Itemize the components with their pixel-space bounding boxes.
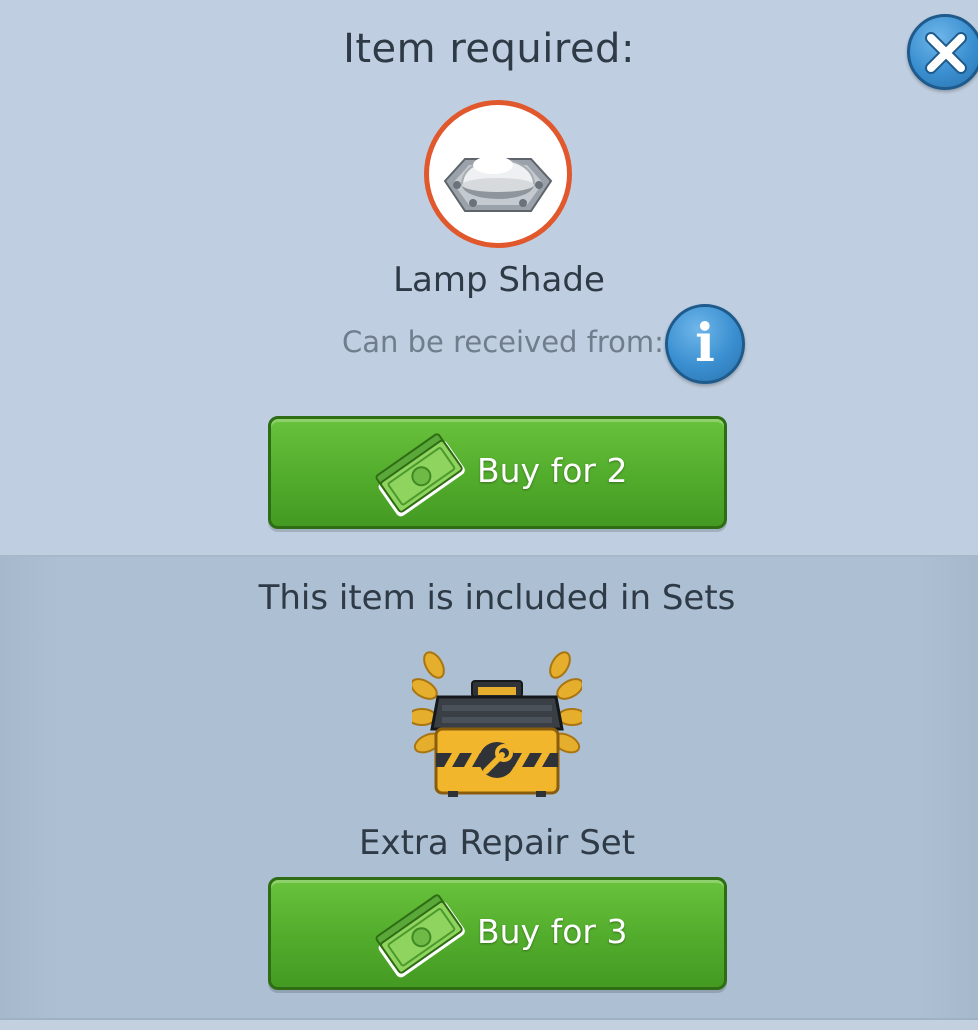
set-name: Extra Repair Set xyxy=(358,823,636,863)
sets-heading: This item is included in Sets xyxy=(258,578,736,618)
lamp-shade-icon xyxy=(443,156,553,212)
close-x-icon xyxy=(925,32,967,74)
repair-toolbox-icon xyxy=(412,651,582,797)
source-label: Can be received from: xyxy=(342,325,664,359)
panel-bottom-edge xyxy=(0,1018,978,1030)
close-button[interactable] xyxy=(907,14,978,90)
buy-set-button[interactable]: Buy for 3 xyxy=(268,877,727,990)
buy-set-label: Buy for 3 xyxy=(477,912,628,951)
buy-item-label: Buy for 2 xyxy=(477,451,628,490)
dialog-title: Item required: xyxy=(343,26,635,72)
cash-icon xyxy=(375,433,465,517)
cash-icon xyxy=(375,894,465,978)
item-name: Lamp Shade xyxy=(393,260,605,300)
buy-item-button[interactable]: Buy for 2 xyxy=(268,416,727,529)
item-icon-frame xyxy=(424,100,572,248)
info-icon: i xyxy=(695,313,715,374)
info-button[interactable]: i xyxy=(665,304,745,384)
